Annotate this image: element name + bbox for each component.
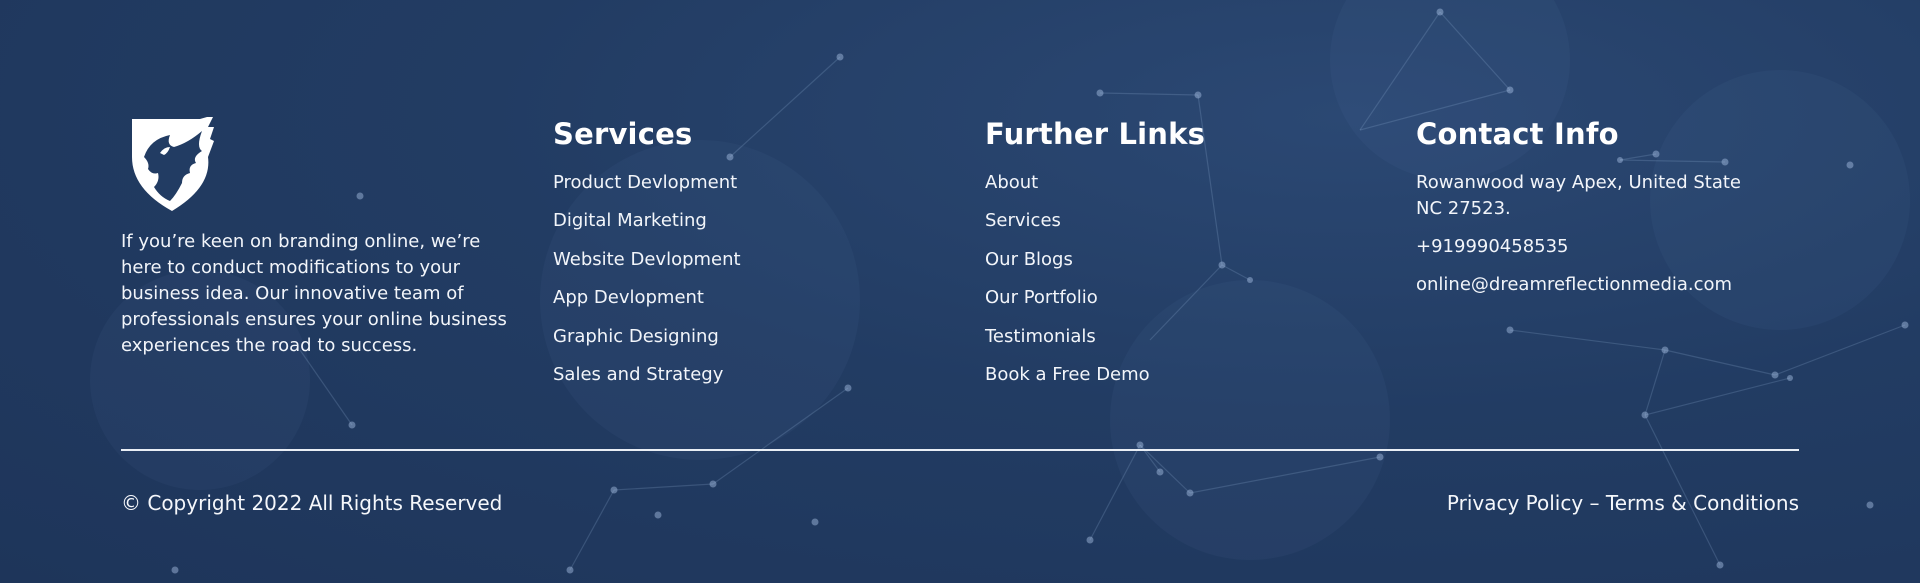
services-link-app-development[interactable]: App Devlopment	[553, 285, 741, 323]
services-link-sales-strategy[interactable]: Sales and Strategy	[553, 362, 741, 400]
further-link-our-blogs[interactable]: Our Blogs	[985, 247, 1150, 285]
services-link-website-development[interactable]: Website Devlopment	[553, 247, 741, 285]
site-footer: If you’re keen on branding online, we’re…	[0, 0, 1920, 583]
further-links-heading: Further Links	[985, 117, 1206, 151]
copyright-text: © Copyright 2022 All Rights Reserved	[121, 491, 503, 515]
contact-email-link[interactable]: online@dreamreflectionmedia.com	[1416, 272, 1746, 298]
further-link-our-portfolio[interactable]: Our Portfolio	[985, 285, 1150, 323]
services-heading: Services	[553, 117, 693, 151]
footer-divider	[121, 449, 1799, 451]
further-link-services[interactable]: Services	[985, 208, 1150, 246]
services-link-digital-marketing[interactable]: Digital Marketing	[553, 208, 741, 246]
about-description: If you’re keen on branding online, we’re…	[121, 231, 507, 356]
contact-address: Rowanwood way Apex, United State NC 2752…	[1416, 172, 1741, 219]
privacy-policy-link[interactable]: Privacy Policy	[1447, 491, 1583, 515]
contact-phone-link[interactable]: +919990458535	[1416, 234, 1746, 260]
pegasus-shield-logo[interactable]	[130, 115, 216, 213]
contact-heading: Contact Info	[1416, 117, 1619, 151]
further-links-list: About Services Our Blogs Our Portfolio T…	[985, 170, 1150, 400]
further-link-testimonials[interactable]: Testimonials	[985, 324, 1150, 362]
legal-separator: –	[1583, 491, 1606, 515]
services-list: Product Devlopment Digital Marketing Web…	[553, 170, 741, 400]
services-link-product-development[interactable]: Product Devlopment	[553, 170, 741, 208]
services-link-graphic-designing[interactable]: Graphic Designing	[553, 324, 741, 362]
contact-info: Rowanwood way Apex, United State NC 2752…	[1416, 170, 1746, 298]
terms-conditions-link[interactable]: Terms & Conditions	[1606, 491, 1799, 515]
legal-links: Privacy Policy – Terms & Conditions	[1447, 489, 1799, 517]
further-link-about[interactable]: About	[985, 170, 1150, 208]
further-link-book-demo[interactable]: Book a Free Demo	[985, 362, 1150, 400]
